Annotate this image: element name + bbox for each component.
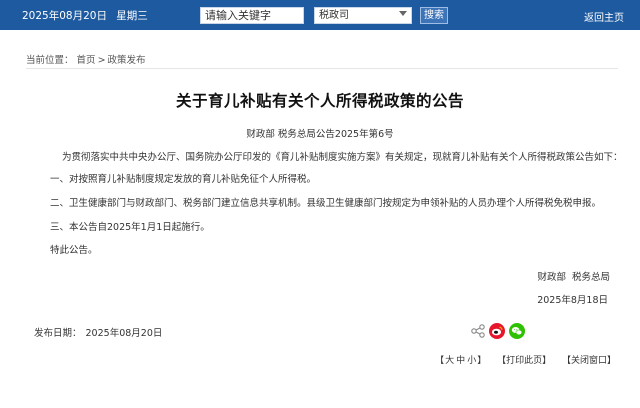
close-window-link[interactable]: 【关闭窗口】 bbox=[562, 356, 616, 366]
publish-date-value: 2025年08月20日 bbox=[85, 328, 163, 339]
share-icon[interactable] bbox=[471, 324, 485, 338]
publish-date-label: 发布日期： bbox=[34, 328, 82, 339]
paragraph-intro: 为贯彻落实中共中央办公厅、国务院办公厅印发的《育儿补贴制度实施方案》有关规定，现… bbox=[62, 152, 623, 163]
font-size-bracket-close: 】 bbox=[477, 356, 487, 366]
page-title: 关于育儿补贴有关个人所得税政策的公告 bbox=[175, 92, 464, 110]
search-input[interactable]: 请输入关键字 bbox=[200, 7, 304, 24]
article-card: 当前位置： 首页 > 政策发布 关于育儿补贴有关个人所得税政策的公告 财政部 税务总… bbox=[10, 44, 630, 376]
top-bar: 2025年08月20日 星期三 请输入关键字 税政司 搜索 返回主页 bbox=[0, 0, 640, 30]
breadcrumb-separator: > bbox=[97, 55, 106, 66]
breadcrumb: 当前位置： 首页 > 政策发布 bbox=[26, 52, 146, 66]
breadcrumb-item-policy[interactable]: 政策发布 bbox=[108, 55, 146, 66]
home-link[interactable]: 返回主页 bbox=[584, 9, 624, 24]
paragraph-item-1: 一、对按照育儿补贴制度规定发放的育儿补贴免征个人所得税。 bbox=[50, 174, 317, 185]
paragraph-item-3: 三、本公告自2025年1月1日起施行。 bbox=[50, 222, 210, 233]
breadcrumb-item-home[interactable]: 首页 bbox=[77, 55, 96, 66]
signature-date: 2025年8月18日 bbox=[537, 295, 608, 306]
paragraph-item-2: 二、卫生健康部门与财政部门、税务部门建立信息共享机制。县级卫生健康部门按规定为申… bbox=[50, 198, 602, 209]
page-tools: 【大中小】 【打印此页】 【关闭窗口】 bbox=[435, 353, 616, 366]
wechat-icon[interactable] bbox=[509, 323, 525, 339]
breadcrumb-label: 当前位置： bbox=[26, 55, 74, 66]
scope-select-value: 税政司 bbox=[319, 10, 349, 21]
date-text: 2025年08月20日 bbox=[22, 10, 107, 22]
paragraph-closing: 特此公告。 bbox=[50, 245, 98, 256]
document-number: 财政部 税务总局公告2025年第6号 bbox=[246, 129, 394, 140]
signature-org-tax: 税务总局 bbox=[571, 272, 610, 283]
signature-org-mof: 财政部 bbox=[537, 272, 566, 283]
current-date: 2025年08月20日 星期三 bbox=[22, 8, 148, 23]
font-size-large[interactable]: 大 bbox=[445, 356, 454, 366]
signature-orgs: 财政部 税务总局 bbox=[537, 269, 610, 283]
scope-select[interactable]: 税政司 bbox=[314, 7, 412, 24]
font-size-small[interactable]: 小 bbox=[467, 356, 476, 366]
font-size-medium[interactable]: 中 bbox=[456, 356, 465, 366]
print-page-link[interactable]: 【打印此页】 bbox=[497, 356, 551, 366]
breadcrumb-divider bbox=[26, 68, 618, 69]
weibo-icon[interactable] bbox=[489, 323, 505, 339]
publish-date: 发布日期： 2025年08月20日 bbox=[34, 325, 162, 339]
chevron-down-icon bbox=[399, 11, 407, 16]
weekday-text: 星期三 bbox=[116, 10, 148, 22]
font-size-bracket-open: 【 bbox=[435, 356, 445, 366]
search-button[interactable]: 搜索 bbox=[420, 7, 448, 24]
